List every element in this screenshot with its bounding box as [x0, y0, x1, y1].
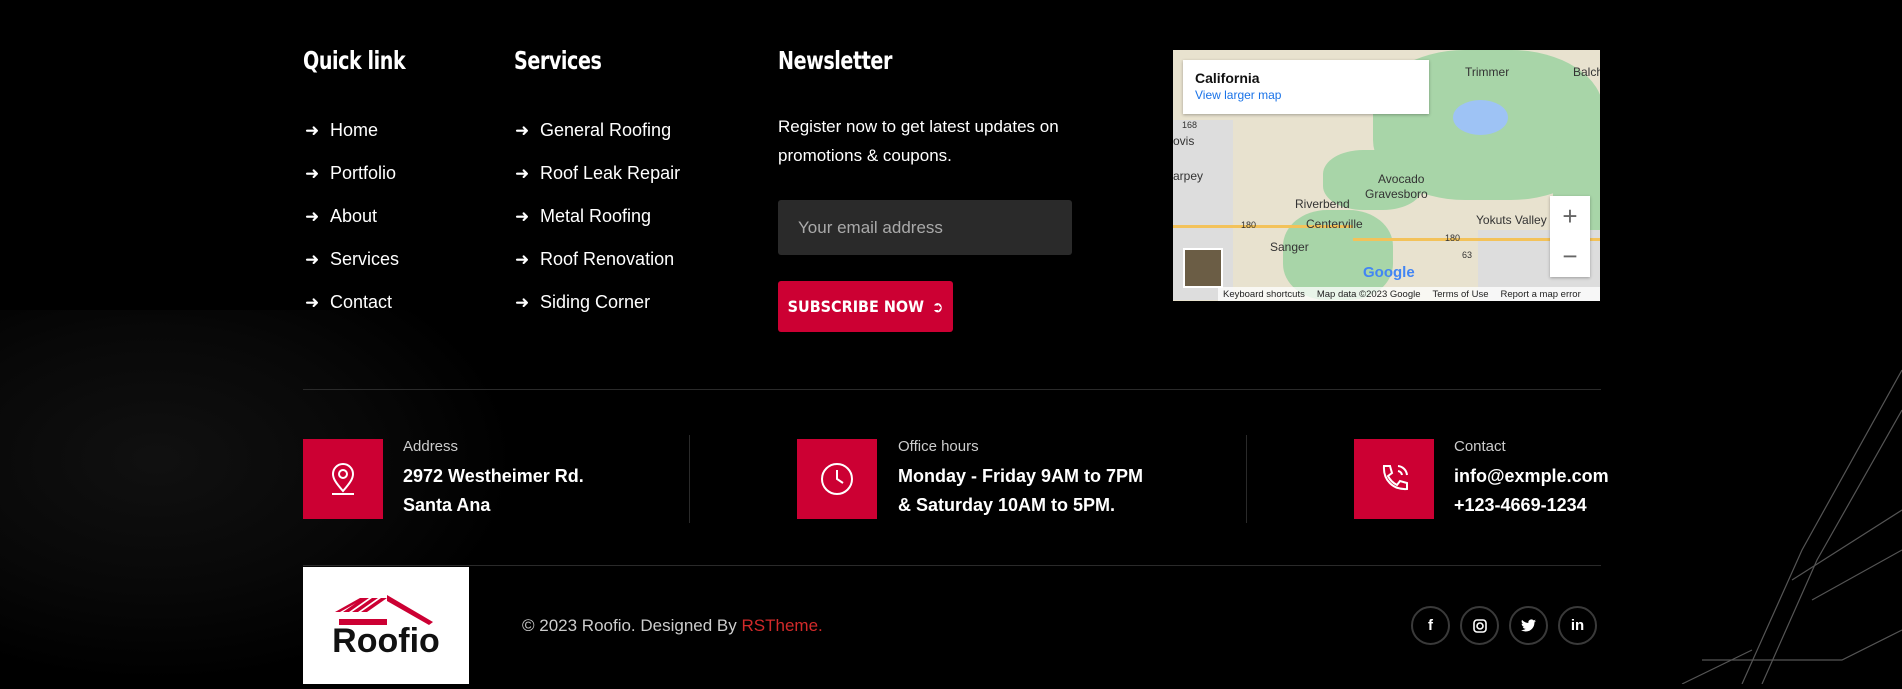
- view-larger-map-link[interactable]: View larger map: [1195, 88, 1281, 102]
- building-sketch-decoration: [1681, 369, 1902, 684]
- hours-line: & Saturday 10AM to 5PM.: [898, 495, 1116, 515]
- address-value: 2972 Westheimer Rd. Santa Ana: [403, 462, 584, 520]
- terms-link[interactable]: Terms of Use: [1433, 289, 1489, 300]
- services-list: ➜ General Roofing ➜ Roof Leak Repair ➜ Meta…: [515, 109, 680, 324]
- quick-link-portfolio[interactable]: ➜ Portfolio: [305, 152, 399, 195]
- office-hours-label: Office hours: [898, 438, 979, 455]
- newsletter-heading: Newsletter: [778, 46, 892, 75]
- map-label: Yokuts Valley: [1476, 213, 1547, 227]
- link-label: Metal Roofing: [540, 206, 652, 226]
- facebook-icon[interactable]: f: [1411, 606, 1450, 645]
- address-line: Santa Ana: [403, 495, 491, 515]
- map-label: Avocado: [1378, 172, 1425, 186]
- quick-link-contact[interactable]: ➜ Contact: [305, 281, 399, 324]
- link-label: About: [330, 206, 378, 226]
- zoom-out-button[interactable]: −: [1550, 236, 1590, 276]
- map-attribution: Keyboard shortcuts Map data ©2023 Google…: [1218, 287, 1600, 301]
- google-map[interactable]: Trimmer Balch Avocado Gravesboro Riverbe…: [1173, 50, 1600, 301]
- link-label: Home: [330, 120, 379, 140]
- map-info-card: California View larger map: [1183, 60, 1429, 114]
- map-label: Riverbend: [1295, 197, 1350, 211]
- newsletter-text: Register now to get latest updates on pr…: [778, 117, 1059, 165]
- route-label: 180: [1445, 233, 1461, 243]
- services-heading: Services: [514, 46, 602, 75]
- service-link-siding-corner[interactable]: ➜ Siding Corner: [515, 281, 680, 324]
- satellite-toggle[interactable]: [1183, 248, 1223, 288]
- route-label: 168: [1182, 120, 1198, 130]
- arrow-right-icon: ➜: [515, 206, 530, 226]
- arrow-right-icon: ➜: [305, 206, 320, 226]
- map-data-text: Map data ©2023 Google: [1316, 288, 1421, 300]
- map-label: Centerville: [1306, 217, 1363, 231]
- map-label: Trimmer: [1465, 65, 1510, 79]
- divider: [303, 389, 1601, 390]
- quick-link-home[interactable]: ➜ Home: [305, 109, 399, 152]
- arrow-right-icon: ➜: [515, 163, 530, 183]
- link-label: Roof Leak Repair: [540, 163, 681, 183]
- copyright: © 2023 Roofio. Designed By RSTheme.: [522, 616, 823, 636]
- link-label: Roof Renovation: [540, 249, 675, 269]
- link-label: Portfolio: [330, 163, 397, 183]
- contact-label: Contact: [1454, 438, 1506, 455]
- divider: [689, 435, 690, 523]
- arrow-right-icon: ➜: [515, 249, 530, 269]
- arrow-right-icon: ➜: [515, 120, 530, 140]
- google-logo: Google: [1363, 264, 1415, 281]
- copyright-text: © 2023 Roofio. Designed By: [522, 616, 737, 635]
- address-label: Address: [403, 438, 459, 455]
- arrow-right-icon: ➜: [515, 292, 530, 312]
- route-label: 63: [1462, 250, 1473, 260]
- link-label: Contact: [330, 292, 393, 312]
- arrow-right-icon: ➜: [305, 163, 320, 183]
- map-place: California: [1195, 70, 1260, 86]
- map-label: Sanger: [1270, 240, 1309, 254]
- map-label: arpey: [1173, 169, 1204, 183]
- clock-icon: [797, 439, 877, 519]
- hours-line: Monday - Friday 9AM to 7PM: [898, 466, 1144, 486]
- link-label: Siding Corner: [540, 292, 651, 312]
- quick-link-services[interactable]: ➜ Services: [305, 238, 399, 281]
- contact-value: info@exmple.com +123-4669-1234: [1454, 462, 1609, 520]
- quick-link-list: ➜ Home ➜ Portfolio ➜ About ➜ Services ➜ Conta…: [305, 109, 399, 324]
- report-error-link[interactable]: Report a map error: [1500, 289, 1580, 300]
- address-line: 2972 Westheimer Rd.: [403, 466, 584, 486]
- quick-link-about[interactable]: ➜ About: [305, 195, 399, 238]
- map-label: Balch: [1573, 65, 1600, 79]
- service-link-roof-renovation[interactable]: ➜ Roof Renovation: [515, 238, 680, 281]
- arrow-right-icon: ➜: [305, 292, 320, 312]
- zoom-in-button[interactable]: +: [1550, 196, 1590, 236]
- quick-link-heading: Quick link: [303, 46, 406, 75]
- subscribe-label: SUBSCRIBE NOW: [787, 297, 925, 316]
- linkedin-icon[interactable]: in: [1558, 606, 1597, 645]
- map-label: ovis: [1173, 134, 1195, 148]
- email-input[interactable]: [778, 200, 1072, 255]
- logo-text: Roofio: [332, 622, 440, 660]
- phone-link[interactable]: +123-4669-1234: [1454, 491, 1609, 520]
- roofio-logo[interactable]: Roofio: [303, 567, 469, 684]
- map-zoom-control: + −: [1550, 196, 1590, 277]
- divider: [303, 565, 1601, 566]
- map-pin-icon: [303, 439, 383, 519]
- service-link-metal-roofing[interactable]: ➜ Metal Roofing: [515, 195, 680, 238]
- keyboard-shortcuts-link[interactable]: Keyboard shortcuts: [1223, 289, 1305, 300]
- arrow-right-icon: ➜: [305, 120, 320, 140]
- service-link-general-roofing[interactable]: ➜ General Roofing: [515, 109, 680, 152]
- office-hours-value: Monday - Friday 9AM to 7PM & Saturday 10A…: [898, 462, 1143, 520]
- link-label: Services: [330, 249, 400, 269]
- map-label: Gravesboro: [1365, 187, 1428, 201]
- route-label: 180: [1241, 220, 1257, 230]
- arrow-circle-icon: ➲: [932, 297, 944, 316]
- email-link[interactable]: info@exmple.com: [1454, 462, 1609, 491]
- designer-link[interactable]: RSTheme.: [742, 616, 823, 635]
- phone-icon: [1354, 439, 1434, 519]
- link-label: General Roofing: [540, 120, 672, 140]
- twitter-icon[interactable]: [1509, 606, 1548, 645]
- divider: [1246, 435, 1247, 523]
- instagram-icon[interactable]: [1460, 606, 1499, 645]
- subscribe-button[interactable]: SUBSCRIBE NOW ➲: [778, 281, 953, 332]
- arrow-right-icon: ➜: [305, 249, 320, 269]
- service-link-roof-leak-repair[interactable]: ➜ Roof Leak Repair: [515, 152, 680, 195]
